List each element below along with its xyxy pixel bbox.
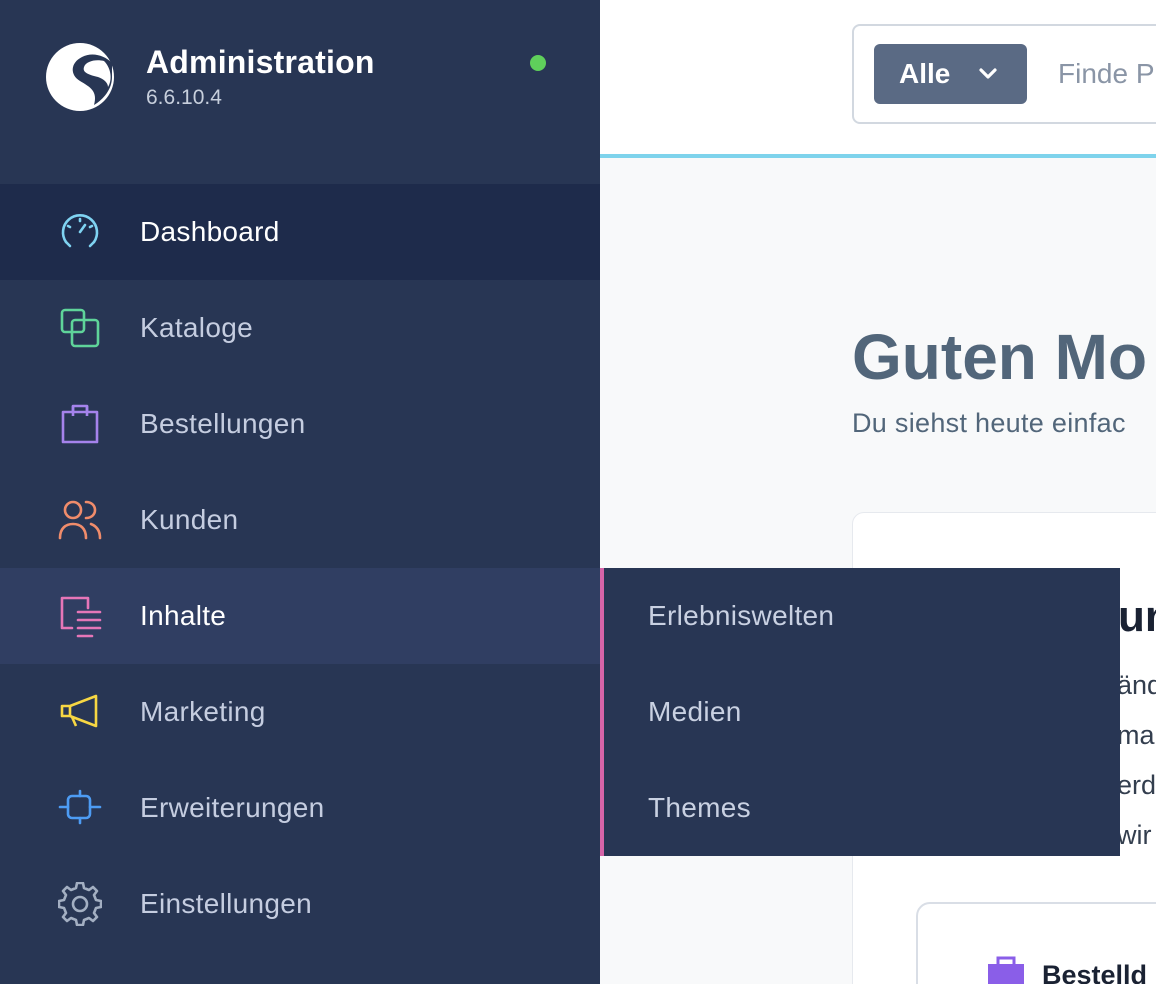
sidebar-item-label: Erweiterungen bbox=[140, 792, 325, 823]
flyout-item-erlebniswelten[interactable]: Erlebniswelten bbox=[648, 600, 834, 632]
shopping-bag-icon bbox=[988, 956, 1024, 984]
top-bar-accent-line bbox=[600, 154, 1156, 158]
content-list-icon bbox=[60, 596, 102, 638]
flyout-item-themes[interactable]: Themes bbox=[648, 792, 751, 824]
plug-icon bbox=[58, 789, 102, 825]
app-version: 6.6.10.4 bbox=[146, 86, 222, 109]
gear-icon bbox=[58, 882, 102, 926]
page-greeting-subtitle: Du siehst heute einfac bbox=[852, 408, 1126, 438]
megaphone-icon bbox=[60, 694, 98, 728]
sidebar-item-label: Bestellungen bbox=[140, 408, 306, 439]
sidebar-item-label: Inhalte bbox=[140, 600, 227, 631]
sidebar-item-bestellungen[interactable]: Bestellungen bbox=[0, 376, 600, 472]
sidebar-item-label: Einstellungen bbox=[140, 888, 313, 919]
sidebar-item-einstellungen[interactable]: Einstellungen bbox=[0, 856, 600, 952]
sidebar-item-kataloge[interactable]: Kataloge bbox=[0, 280, 600, 376]
inhalte-flyout-menu: Erlebniswelten Medien Themes bbox=[600, 568, 1120, 856]
users-icon bbox=[58, 500, 102, 540]
sidebar-item-kunden[interactable]: Kunden bbox=[0, 472, 600, 568]
shopware-logo-icon bbox=[46, 43, 114, 111]
sidebar-item-label: Marketing bbox=[140, 696, 266, 727]
welcome-card-text-line: erde bbox=[1117, 770, 1156, 800]
welcome-card-text-line: ma bbox=[1117, 720, 1155, 750]
sidebar-item-inhalte[interactable]: Inhalte bbox=[0, 568, 600, 664]
flyout-item-medien[interactable]: Medien bbox=[648, 696, 742, 728]
sidebar-item-dashboard[interactable]: Dashboard bbox=[0, 184, 600, 280]
search-type-dropdown[interactable]: Alle bbox=[874, 44, 1027, 104]
chevron-down-icon bbox=[979, 68, 997, 79]
sidebar: Administration 6.6.10.4 Dashboard Katalo… bbox=[0, 0, 600, 984]
search-type-label: Alle bbox=[899, 58, 951, 89]
sidebar-item-label: Kataloge bbox=[140, 312, 253, 343]
status-online-indicator bbox=[530, 55, 546, 71]
welcome-card-title: un bbox=[1118, 592, 1156, 641]
sidebar-item-erweiterungen[interactable]: Erweiterungen bbox=[0, 760, 600, 856]
welcome-card-text-line: wir bbox=[1117, 820, 1152, 850]
app-title: Administration bbox=[146, 44, 375, 80]
welcome-card-text-line: änd bbox=[1117, 670, 1156, 700]
catalog-squares-icon bbox=[60, 308, 100, 348]
page-greeting: Guten Mo bbox=[852, 321, 1148, 393]
shopping-bag-icon bbox=[61, 404, 99, 444]
dashboard-gauge-icon bbox=[61, 214, 99, 248]
sidebar-item-label: Dashboard bbox=[140, 216, 280, 247]
brand-header: Administration 6.6.10.4 bbox=[0, 0, 600, 184]
sidebar-item-label: Kunden bbox=[140, 504, 239, 535]
orders-card-title: Bestelld bbox=[1042, 960, 1148, 984]
search-input[interactable]: Finde P bbox=[1058, 58, 1155, 90]
sidebar-item-marketing[interactable]: Marketing bbox=[0, 664, 600, 760]
